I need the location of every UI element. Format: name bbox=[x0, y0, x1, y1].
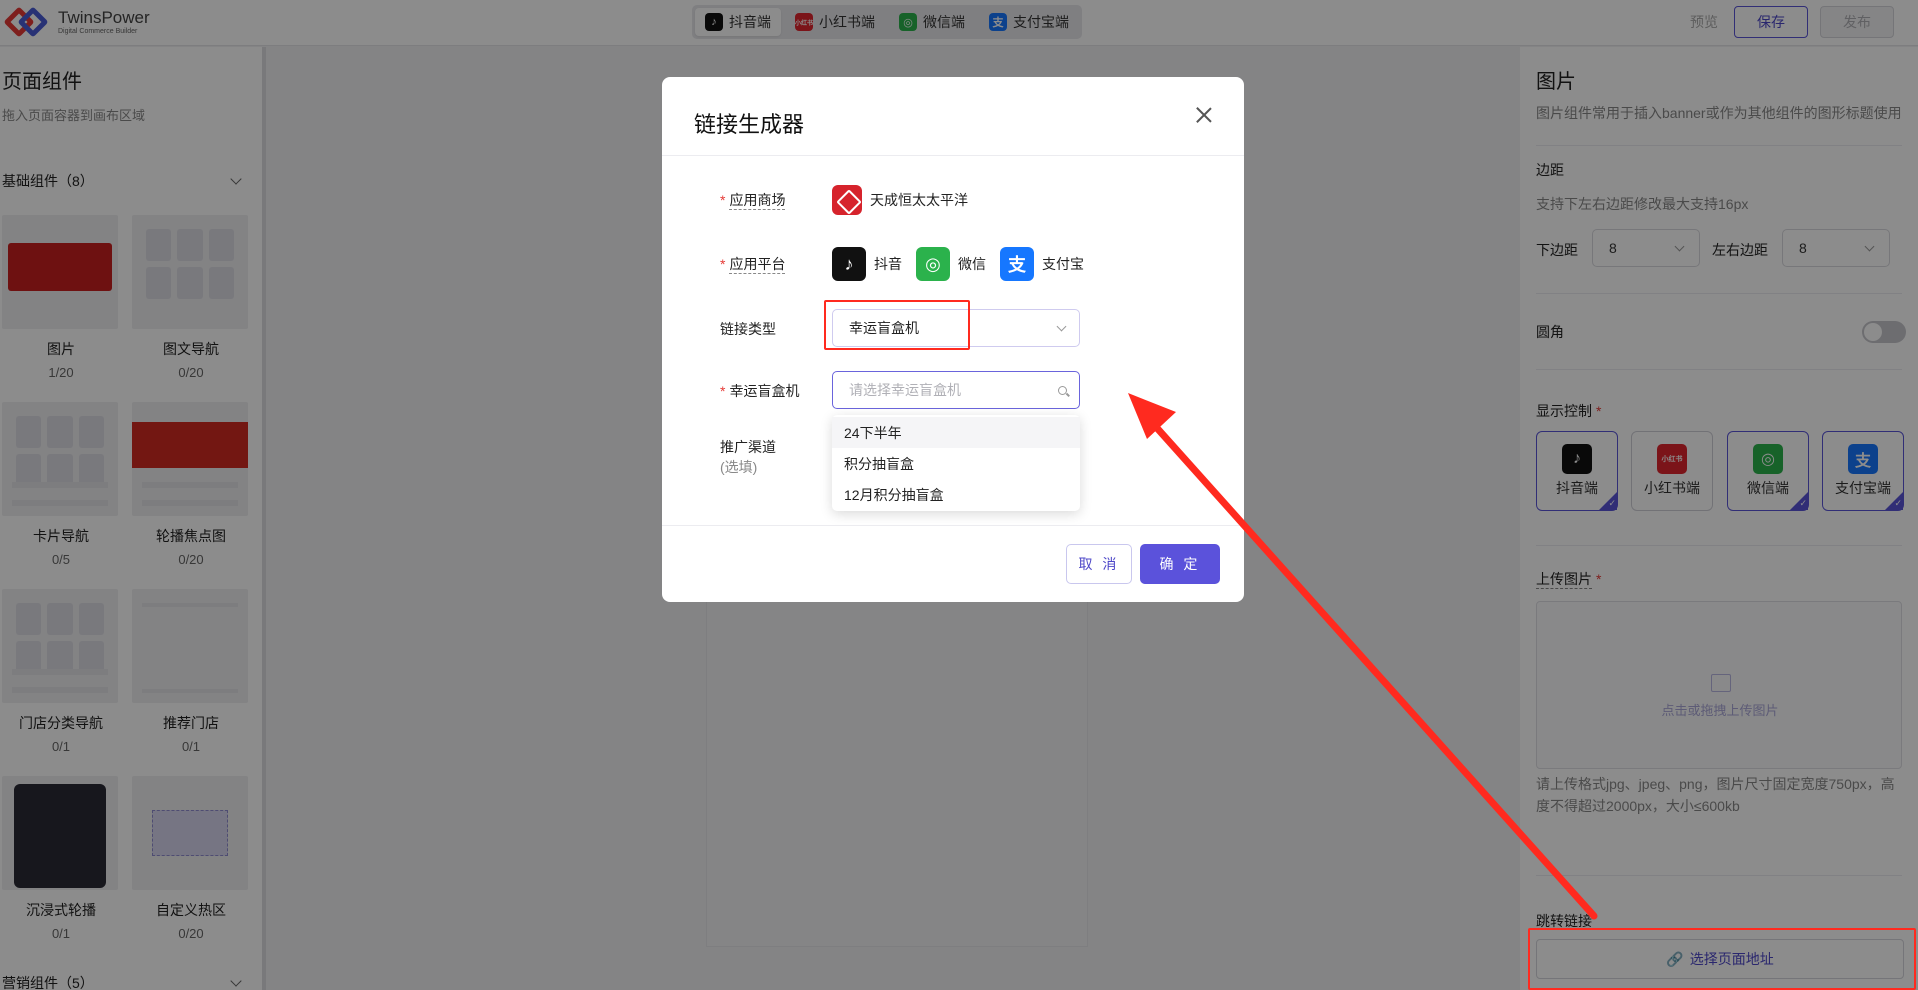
alipay-icon: 支 bbox=[1000, 247, 1034, 281]
platform-name: 支付宝 bbox=[1042, 256, 1084, 272]
confirm-button[interactable]: 确 定 bbox=[1140, 544, 1220, 584]
dropdown-option[interactable]: 24下半年 bbox=[832, 417, 1080, 448]
douyin-icon: ♪ bbox=[832, 247, 866, 281]
dropdown-option[interactable]: 积分抽盲盒 bbox=[832, 448, 1080, 479]
cancel-button[interactable]: 取 消 bbox=[1066, 544, 1132, 584]
required-mark: * bbox=[720, 192, 726, 208]
dropdown-option[interactable]: 12月积分抽盲盒 bbox=[832, 479, 1080, 510]
platform-label-text: 应用平台 bbox=[729, 256, 786, 274]
mall-label: * 应用商场 bbox=[720, 190, 786, 210]
mall-label-text: 应用商场 bbox=[729, 192, 786, 210]
search-icon bbox=[1058, 385, 1067, 395]
channel-label: 推广渠道 bbox=[720, 439, 776, 455]
annotation-box-jump-link bbox=[1528, 928, 1916, 990]
divider bbox=[662, 155, 1244, 156]
blindbox-label-text: 幸运盲盒机 bbox=[729, 383, 800, 399]
platform-wechat: ◎ 微信 bbox=[916, 247, 986, 281]
required-mark: * bbox=[720, 383, 726, 399]
chevron-down-icon bbox=[1056, 321, 1067, 331]
channel-optional-hint: (选填) bbox=[720, 459, 758, 475]
mall-name: 天成恒太太平洋 bbox=[870, 192, 968, 208]
platform-alipay: 支 支付宝 bbox=[1000, 247, 1084, 281]
blindbox-dropdown: 24下半年 积分抽盲盒 12月积分抽盲盒 bbox=[832, 415, 1080, 511]
annotation-box-link-type bbox=[824, 300, 970, 350]
divider bbox=[662, 525, 1244, 526]
blindbox-label: * 幸运盲盒机 bbox=[720, 381, 799, 401]
dialog-title: 链接生成器 bbox=[694, 112, 805, 137]
platform-douyin: ♪ 抖音 bbox=[832, 247, 902, 281]
platform-label: * 应用平台 bbox=[720, 254, 786, 274]
close-icon[interactable] bbox=[1194, 105, 1214, 125]
platform-name: 微信 bbox=[958, 256, 986, 272]
mall-logo-icon bbox=[832, 185, 862, 215]
wechat-icon: ◎ bbox=[916, 247, 950, 281]
link-type-label: 链接类型 bbox=[720, 321, 776, 337]
blindbox-placeholder: 请选择幸运盲盒机 bbox=[849, 382, 961, 398]
mall-value: 天成恒太太平洋 bbox=[832, 185, 968, 215]
blindbox-search-input[interactable]: 请选择幸运盲盒机 bbox=[832, 371, 1080, 409]
required-mark: * bbox=[720, 256, 726, 272]
platform-name: 抖音 bbox=[874, 256, 902, 272]
platform-list: ♪ 抖音 ◎ 微信 支 支付宝 bbox=[832, 247, 1098, 281]
